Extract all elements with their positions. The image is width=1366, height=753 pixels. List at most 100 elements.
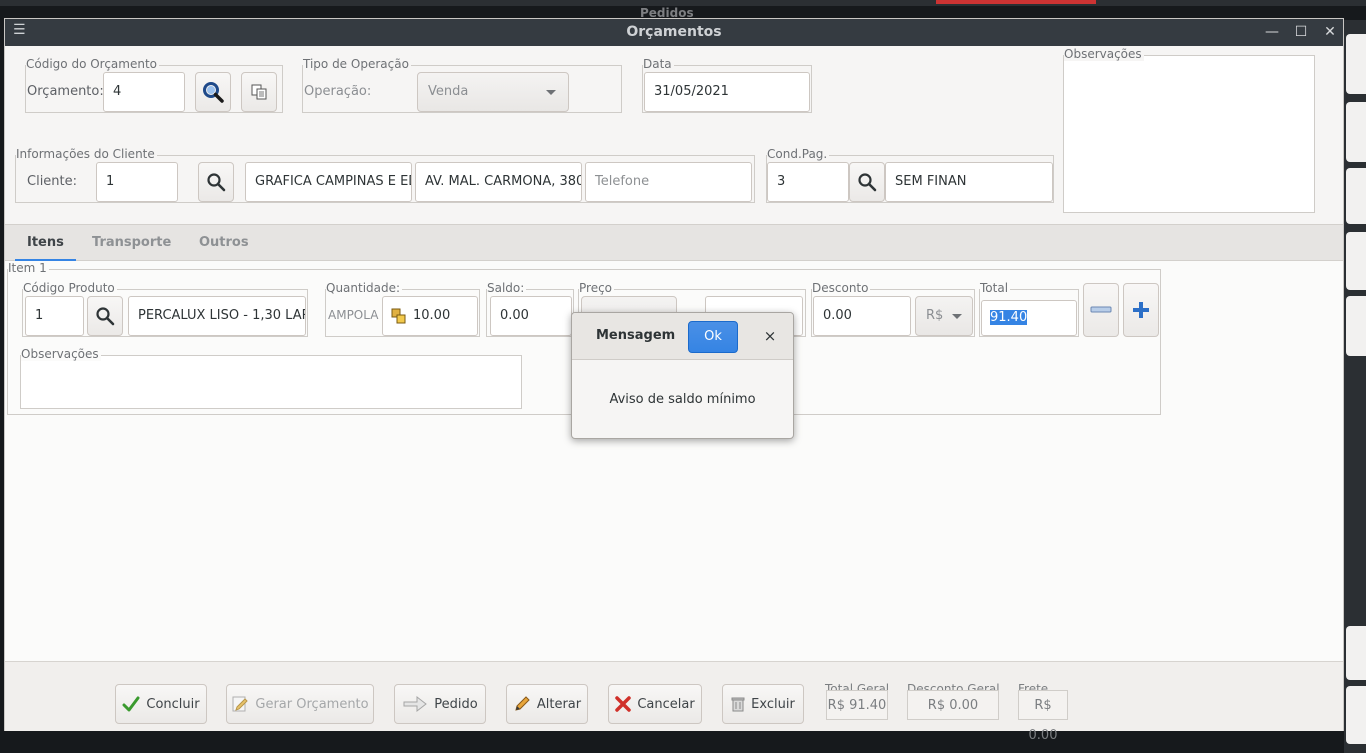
tab-transporte[interactable]: Transporte [80, 225, 183, 262]
freight-value: R$ 0.00 [1018, 690, 1068, 743]
dialog-header: Mensagem Ok × [572, 313, 793, 360]
background-window-highlight [936, 0, 1096, 4]
background-panel [1346, 626, 1366, 680]
generate-budget-button[interactable]: Gerar Orçamento [226, 684, 374, 724]
background-panel [1346, 168, 1366, 224]
client-label: Cliente: [27, 174, 78, 189]
action-bar: Concluir Gerar Orçamento Pedido Alterar [5, 661, 1343, 743]
close-icon[interactable]: ✕ [1320, 22, 1340, 42]
operation-type-legend: Tipo de Operação [303, 57, 411, 71]
quantity-legend: Quantidade: [326, 281, 403, 295]
window-title: Orçamentos [626, 24, 722, 40]
background-panel [1346, 232, 1366, 290]
trash-icon [731, 697, 745, 712]
quantity-value: 10.00 [413, 308, 451, 323]
background-panel [1346, 102, 1366, 162]
search-payment-button[interactable] [849, 162, 885, 202]
background-panel [1346, 296, 1366, 356]
product-code-legend: Código Produto [23, 281, 117, 295]
delete-label: Excluir [751, 696, 795, 712]
total-value: 91.40 [990, 310, 1028, 325]
cancel-button[interactable]: Cancelar [608, 684, 702, 724]
cancel-icon [615, 696, 632, 712]
item-observations-textarea[interactable] [23, 359, 519, 407]
payment-condition-legend: Cond.Pag. [767, 147, 830, 161]
client-name-field[interactable]: GRAFICA CAMPINAS E ED [245, 162, 412, 202]
search-icon [858, 173, 877, 192]
budget-label: Orçamento: [27, 84, 104, 99]
conclude-button[interactable]: Concluir [115, 684, 207, 724]
tab-outros[interactable]: Outros [187, 225, 261, 262]
arrow-right-icon [403, 695, 428, 713]
order-label: Pedido [434, 696, 478, 712]
date-legend: Data [643, 57, 674, 71]
order-button[interactable]: Pedido [394, 684, 486, 724]
price-legend: Preço [579, 281, 615, 295]
maximize-icon[interactable]: ☐ [1291, 22, 1311, 42]
item-legend: Item 1 [8, 261, 49, 275]
cancel-label: Cancelar [637, 696, 695, 712]
package-icon [391, 308, 406, 324]
minus-icon [1090, 306, 1112, 313]
operation-select-value: Venda [428, 84, 469, 99]
total-field[interactable]: 91.40 [981, 300, 1077, 336]
message-dialog: Mensagem Ok × Aviso de saldo mínimo [571, 312, 794, 439]
delete-button[interactable]: Excluir [722, 684, 804, 724]
item-tabs: Itens Transporte Outros [5, 224, 1343, 262]
payment-code-field[interactable]: 3 [767, 162, 849, 202]
balance-field[interactable]: 0.00 [490, 296, 572, 336]
document-edit-icon [232, 696, 249, 712]
dialog-title: Mensagem [596, 328, 676, 343]
search-budget-button[interactable] [195, 72, 231, 112]
discount-legend: Desconto [812, 281, 871, 295]
payment-description-field[interactable]: SEM FINAN [885, 162, 1053, 202]
total-general-value: R$ 91.40 [826, 690, 888, 720]
edit-label: Alterar [536, 696, 582, 712]
search-icon [207, 173, 226, 192]
product-code-field[interactable]: 1 [25, 296, 84, 336]
background-window-edge [1344, 20, 1366, 753]
client-code-field[interactable]: 1 [96, 162, 178, 202]
search-client-button[interactable] [198, 162, 234, 202]
plus-icon [1133, 302, 1149, 318]
background-panel [1346, 34, 1366, 94]
date-field[interactable]: 31/05/2021 [644, 72, 810, 112]
client-phone-field[interactable]: Telefone [585, 162, 752, 202]
discount-currency-select[interactable]: R$ [915, 296, 973, 336]
search-product-button[interactable] [87, 296, 123, 336]
client-info-legend: Informações do Cliente [16, 147, 157, 161]
search-icon [203, 82, 224, 103]
background-panel [1346, 686, 1366, 744]
chevron-down-icon [546, 90, 556, 95]
client-address-field[interactable]: AV. MAL. CARMONA, 380 [415, 162, 582, 202]
copy-budget-button[interactable] [241, 72, 277, 112]
budget-number-field[interactable]: 4 [103, 72, 185, 112]
discount-field[interactable]: 0.00 [813, 296, 911, 336]
add-item-button[interactable] [1123, 283, 1159, 337]
minimize-icon[interactable]: — [1262, 22, 1282, 42]
close-icon[interactable]: × [760, 326, 780, 346]
operation-select[interactable]: Venda [417, 72, 569, 112]
product-name-field[interactable]: PERCALUX LISO - 1,30 LAR [128, 296, 306, 336]
remove-item-button[interactable] [1083, 283, 1119, 337]
copy-icon [251, 84, 267, 100]
discount-general-value: R$ 0.00 [907, 690, 999, 720]
discount-currency-value: R$ [926, 308, 944, 323]
dialog-message: Aviso de saldo mínimo [609, 392, 756, 407]
quantity-field[interactable]: 10.00 [382, 296, 478, 336]
edit-button[interactable]: Alterar [506, 684, 588, 724]
conclude-label: Concluir [146, 696, 200, 712]
chevron-down-icon [952, 314, 962, 319]
unit-label: AMPOLA [328, 308, 379, 322]
operation-label: Operação: [304, 84, 372, 99]
tab-itens[interactable]: Itens [15, 225, 76, 262]
ok-button[interactable]: Ok [688, 321, 738, 353]
window-titlebar: ☰ Orçamentos — ☐ ✕ [5, 19, 1343, 46]
observations-textarea[interactable] [1067, 63, 1311, 209]
pencil-icon [515, 696, 530, 711]
observations-legend: Observações [1064, 47, 1144, 61]
checkmark-icon [122, 696, 140, 712]
total-legend: Total [980, 281, 1011, 295]
generate-budget-label: Gerar Orçamento [255, 696, 369, 712]
balance-legend: Saldo: [487, 281, 527, 295]
